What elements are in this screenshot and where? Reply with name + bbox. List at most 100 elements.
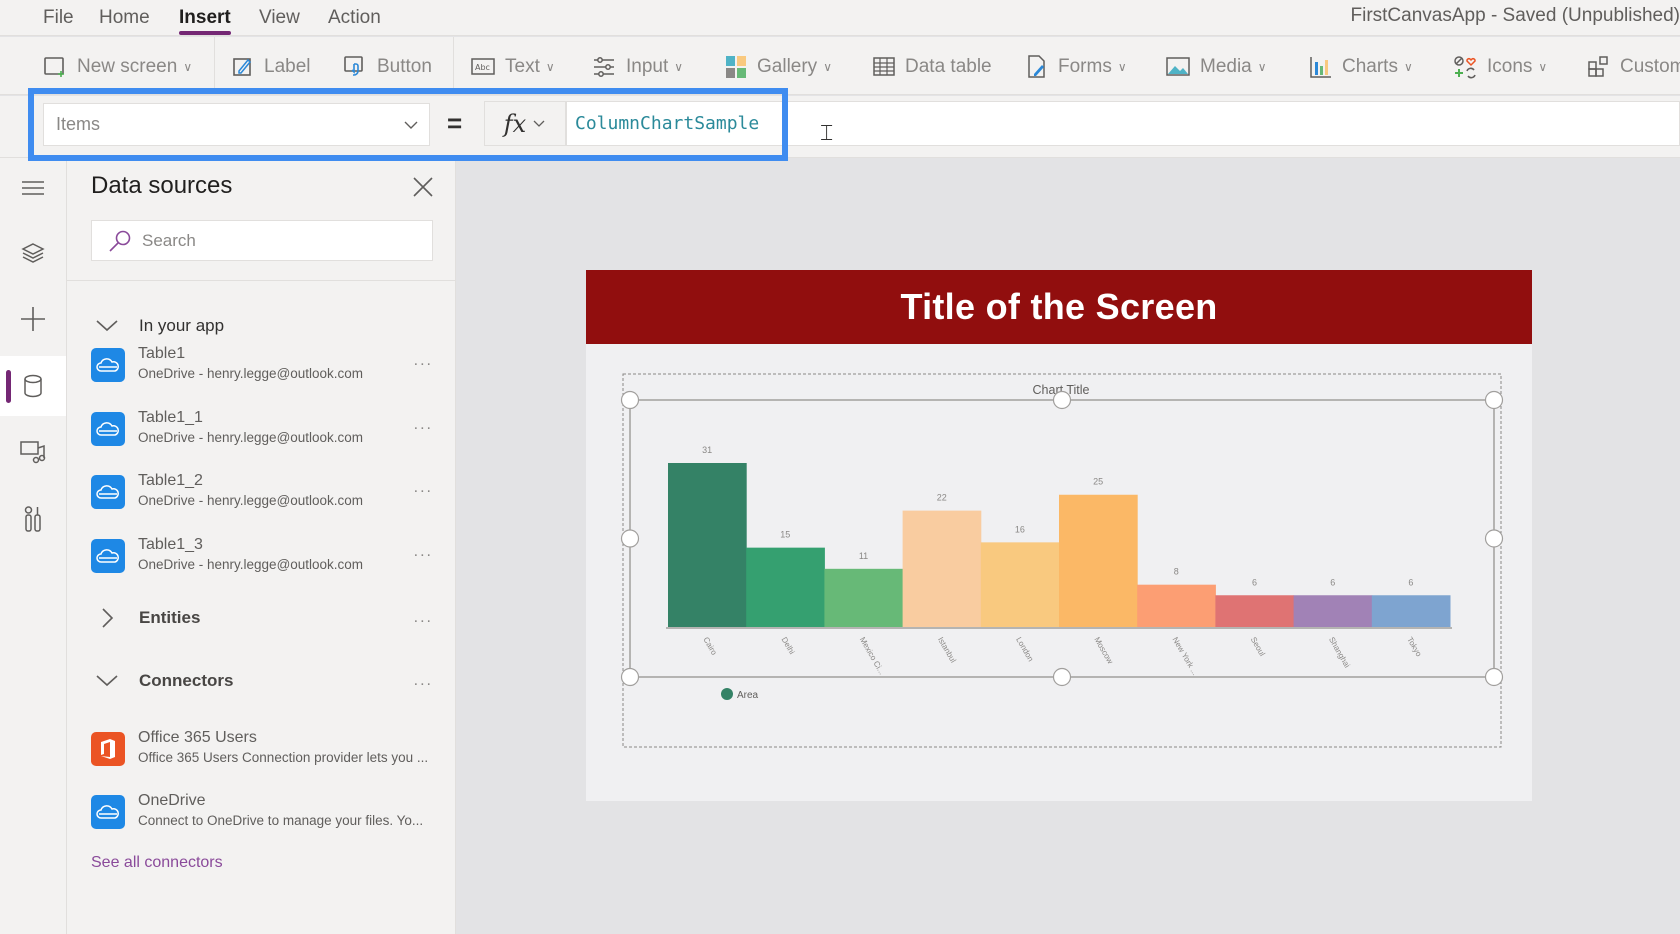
more-options-icon[interactable]: ... [414,416,433,434]
menu-file[interactable]: File [43,7,74,29]
rail-media[interactable] [0,422,66,482]
icons-dropdown[interactable]: Icons ∨ [1453,53,1547,81]
search-icon [109,230,131,252]
menu-insert[interactable]: Insert [179,7,231,35]
more-options-icon[interactable]: ... [414,479,433,497]
section-connectors[interactable]: Connectors ... [91,666,433,696]
menu-home[interactable]: Home [99,7,150,29]
input-icon [594,57,614,77]
onedrive-icon [91,348,125,382]
property-value: Items [56,114,101,134]
menu-action[interactable]: Action [328,7,381,29]
connector-name: OneDrive [138,792,206,809]
input-dropdown-label: Input [626,56,669,77]
button-icon [344,56,363,76]
svg-text:Abc: Abc [475,63,490,72]
bar-istanbul [902,510,982,627]
resize-handle[interactable] [1484,390,1504,410]
label-button-label: Label [264,56,311,77]
data-source-item[interactable]: Table1_1 OneDrive - henry.legge@outlook.… [91,408,433,452]
rail-advanced-tools[interactable] [0,489,66,549]
icons-dropdown-label: Icons [1487,56,1533,77]
rail-tree-view[interactable] [0,223,66,283]
charts-dropdown[interactable]: Charts ∨ [1310,53,1413,81]
panel-title: Data sources [91,172,233,199]
button-button-label: Button [377,56,432,77]
forms-dropdown[interactable]: Forms ∨ [1026,53,1127,81]
data-sources-panel: Data sources Search In your app Table1 O… [67,158,456,934]
resize-handle[interactable] [620,529,640,548]
data-source-item[interactable]: Table1_2 OneDrive - henry.legge@outlook.… [91,471,433,515]
chevron-down-icon: ∨ [183,60,193,74]
section-in-your-app[interactable]: In your app [91,311,433,341]
data-source-detail: OneDrive - henry.legge@outlook.com [138,493,364,508]
data-source-item[interactable]: Table1 OneDrive - henry.legge@outlook.co… [91,344,433,388]
chevron-down-icon: ∨ [1117,60,1127,74]
fx-button[interactable]: fx [484,101,566,146]
resize-handle[interactable] [1052,390,1072,410]
office-365-icon [91,732,125,766]
bar-value-label: 22 [937,493,947,503]
more-options-icon[interactable]: ... [414,543,433,561]
more-options-icon[interactable]: ... [414,609,433,627]
onedrive-icon [91,795,125,829]
label-button[interactable]: Label [232,53,311,81]
connector-item[interactable]: OneDrive Connect to OneDrive to manage y… [91,791,433,835]
toolbar-divider [214,37,215,95]
resize-handle[interactable] [620,667,640,687]
more-options-icon[interactable]: ... [414,672,433,690]
bar-new-york [1137,584,1216,627]
text-dropdown[interactable]: Abc Text ∨ [471,53,555,81]
rail-insert[interactable] [0,289,66,349]
data-source-name: Table1 [138,345,186,362]
screen-header[interactable]: Title of the Screen [586,270,1532,344]
data-source-item[interactable]: Table1_3 OneDrive - henry.legge@outlook.… [91,535,433,579]
close-button[interactable] [410,174,436,200]
formula-text: ColumnChartSample [575,113,760,134]
equals-sign: = [447,108,463,138]
bar-value-label: 31 [702,445,712,455]
chevron-down-icon: ∨ [545,60,555,74]
property-dropdown[interactable]: Items [43,103,430,146]
data-source-name: Table1_2 [138,472,203,489]
gallery-icon [726,56,746,78]
input-dropdown[interactable]: Input ∨ [592,53,683,81]
data-source-name: Table1_3 [138,536,203,553]
data-source-name: Table1_1 [138,409,203,426]
formula-input[interactable]: ColumnChartSample [566,101,1680,146]
media-dropdown[interactable]: Media ∨ [1166,53,1267,81]
menu-view[interactable]: View [259,7,300,29]
gallery-dropdown[interactable]: Gallery ∨ [725,53,832,81]
plus-icon [21,307,45,331]
rail-menu[interactable] [0,158,66,218]
bar-value-label: 6 [1330,577,1335,587]
fx-icon: fx [503,109,527,138]
connector-name: Office 365 Users [138,729,257,746]
rail-data[interactable] [0,356,66,416]
section-entities[interactable]: Entities ... [91,603,433,633]
media-icon [20,441,46,464]
bar-value-label: 16 [1015,524,1025,534]
charts-dropdown-label: Charts [1342,56,1398,77]
resize-handle[interactable] [1484,529,1504,548]
data-source-detail: OneDrive - henry.legge@outlook.com [138,366,364,381]
resize-handle[interactable] [620,390,640,410]
new-screen-button[interactable]: New screen ∨ [43,53,192,81]
custom-dropdown[interactable]: Custom [1588,53,1680,81]
connector-item[interactable]: Office 365 Users Office 365 Users Connec… [91,728,433,772]
bar-value-label: 25 [1093,477,1103,487]
data-table-label: Data table [905,56,992,77]
more-options-icon[interactable]: ... [414,352,433,370]
bar-value-label: 11 [859,551,868,561]
icons-icon [1454,56,1476,79]
search-input[interactable]: Search [91,220,433,261]
database-icon [24,374,42,398]
bar-value-label: 6 [1252,577,1257,587]
bar-value-label: 6 [1408,577,1413,587]
resize-handle[interactable] [1052,667,1072,687]
button-button[interactable]: Button [343,53,432,81]
see-all-connectors-link[interactable]: See all connectors [91,854,223,872]
resize-handle[interactable] [1484,667,1504,687]
data-table-button[interactable]: Data table [873,53,992,81]
close-icon [413,177,433,197]
